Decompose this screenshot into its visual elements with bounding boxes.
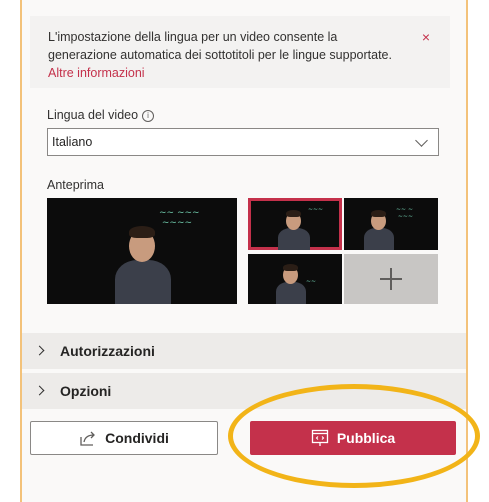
preview-label: Anteprima [47,178,104,192]
video-language-select[interactable]: Italiano [47,128,439,156]
add-thumbnail-button[interactable] [344,254,438,304]
info-message-text: L'impostazione della lingua per un video… [48,30,392,62]
chevron-right-icon [34,385,45,396]
video-language-value: Italiano [52,135,93,149]
options-label: Opzioni [60,383,112,399]
thumbnail-option-2[interactable]: ~~ ~ ~~~ [344,198,438,250]
presenter-body [364,228,394,250]
publish-label: Pubblica [336,430,396,446]
thumbnail-option-1[interactable]: ~~~ [248,198,342,250]
preview-main-video[interactable]: ~~ ~~~ ~~~~ [47,198,237,304]
share-icon [80,431,96,446]
info-icon[interactable]: i [142,110,155,122]
thumbnail-option-3[interactable]: ~~ [248,254,342,304]
presenter-body [115,260,171,304]
permissions-section-header[interactable]: Autorizzazioni [22,333,466,369]
chevron-down-icon [415,134,428,147]
presenter-body [276,282,306,304]
learn-more-link[interactable]: Altre informazioni [48,66,145,80]
share-label: Condividi [105,430,169,446]
plus-icon-vertical [390,268,392,290]
permissions-label: Autorizzazioni [60,343,155,359]
glass-writing: ~~ ~ ~~~ [396,206,413,220]
presenter-body [278,228,310,250]
video-language-label-text: Lingua del video [47,108,139,122]
presenter-hair [129,226,155,238]
options-section-header[interactable]: Opzioni [22,373,466,409]
presenter-hair [286,210,301,217]
video-language-label: Lingua del video i [47,108,155,122]
publish-icon [311,429,328,446]
share-button[interactable]: Condividi [30,421,218,455]
chevron-right-icon [34,345,45,356]
glass-writing: ~~~ [308,206,324,213]
publish-button[interactable]: Pubblica [250,421,456,455]
glass-writing: ~~ [306,278,317,285]
glass-writing: ~~ ~~~ ~~~~ [159,208,200,228]
presenter-hair [371,210,386,217]
presenter-hair [283,264,298,271]
close-icon[interactable]: × [422,30,430,44]
language-info-message: L'impostazione della lingua per un video… [30,16,450,88]
